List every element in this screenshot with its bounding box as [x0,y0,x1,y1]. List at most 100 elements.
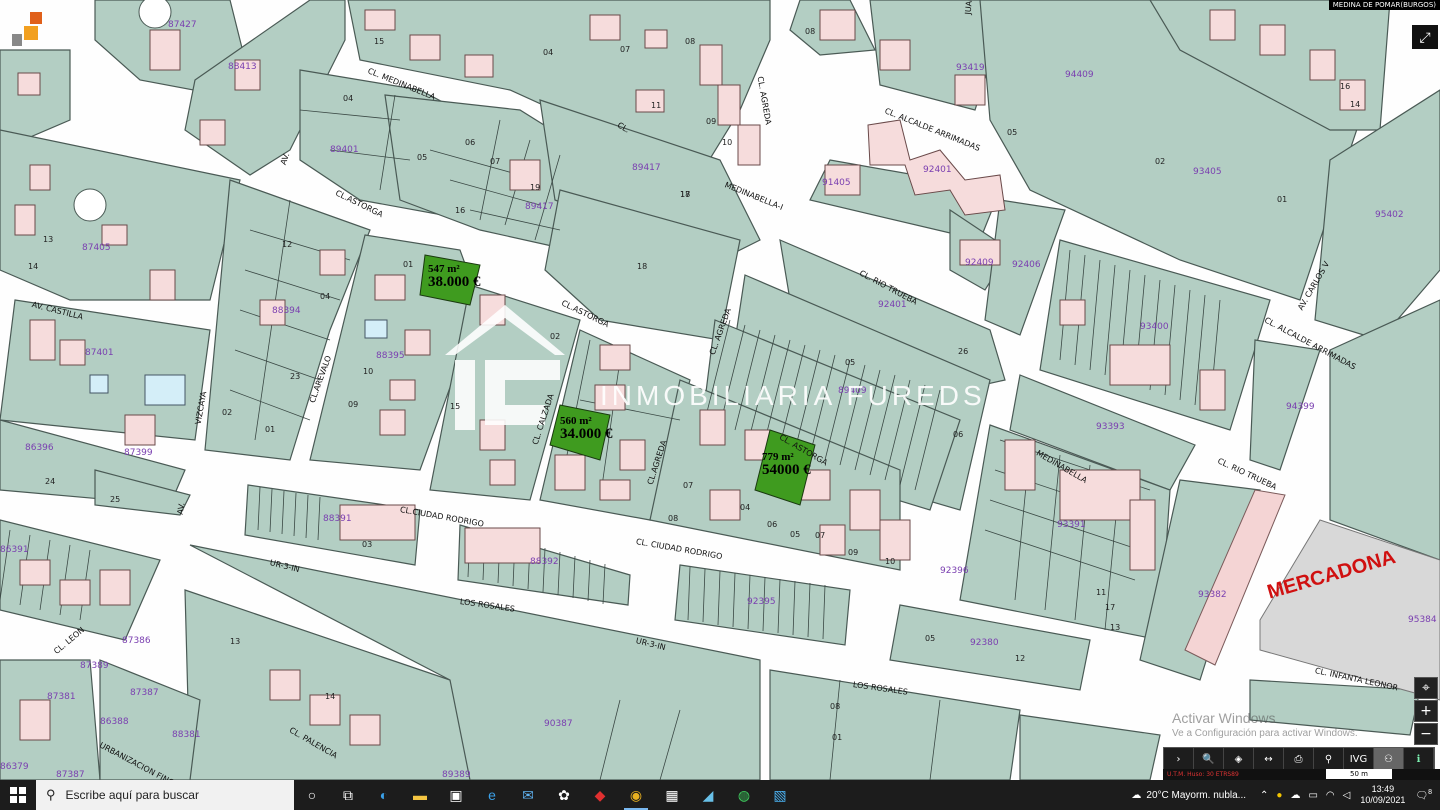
lot-number: 13 [1110,623,1121,632]
notification-icon[interactable]: 🗨8 [1415,789,1432,801]
pin-icon[interactable]: ⚲ [1314,748,1344,770]
battery-icon[interactable]: ▭ [1308,790,1317,801]
cortana-icon[interactable]: ○ [294,780,330,810]
network-icon[interactable]: ● [1276,790,1282,801]
parcel-id: 88381 [172,730,201,740]
lot-number: 24 [45,477,56,486]
zoom-in-button[interactable]: + [1414,700,1438,722]
lot-number: 04 [740,503,751,512]
measure-icon[interactable]: ↔ [1254,748,1284,770]
parcel-id: 87387 [56,770,85,780]
parcel-id: 87427 [168,20,197,30]
parcel-id: 89401 [330,145,359,155]
pool [364,319,388,339]
map-toolbar: › 🔍 ◈ ↔ ⎙ ⚲ IVG ⚇ ℹ [1163,747,1435,771]
lot-number: 16 [455,206,466,215]
lot-number: 08 [685,37,696,46]
listing-price: 34.000 € [560,426,613,442]
chrome-icon[interactable]: ◉ [618,780,654,810]
weather-text: 20°C Mayorm. nubla... [1146,789,1247,801]
locate-icon[interactable]: ⌖ [1414,677,1438,699]
parcel-id: 87405 [82,243,111,253]
fullscreen-icon[interactable]: ⤢ [1412,25,1438,49]
listing-label-3[interactable]: 779 m² 54000 € [762,452,811,478]
calculator-icon[interactable]: ▦ [654,780,690,810]
clock-time: 13:49 [1371,784,1395,794]
basemap-icon[interactable]: ⚇ [1374,748,1404,770]
lot-number: 09 [706,117,717,126]
search-icon[interactable]: 🔍 [1194,748,1224,770]
search-placeholder: Escribe aquí para buscar [65,788,199,802]
lot-number: 07 [683,481,694,490]
parcel-id: 92380 [970,638,999,648]
lot-number: 10 [722,138,733,147]
app-logo-icon [8,10,48,50]
lot-number: 11 [651,101,662,110]
zoom-out-button[interactable]: − [1414,723,1438,745]
parcel-id: 94399 [1286,402,1315,412]
watermark-text: INMOBILIARIA FUREDS [600,380,986,411]
parcel-id: 88395 [376,351,405,361]
parcel-id: 92395 [747,597,776,607]
taskbar: ⚲ Escribe aquí para buscar ○ ⧉ ◐ ▬ ▣ e ✉… [0,780,1440,810]
show-hidden-icons-icon[interactable]: ⌃ [1260,790,1268,801]
lot-number: 16 [1340,82,1351,91]
system-tray: ☁ 20°C Mayorm. nubla... ⌃ ● ☁ ▭ ◠ ◁ 13:4… [1131,780,1440,810]
listing-price: 54000 € [762,462,811,478]
photos-icon[interactable]: ▧ [762,780,798,810]
parcel-id: 87401 [85,348,114,358]
onedrive-icon[interactable]: ☁ [1290,790,1300,801]
lot-number: 09 [848,548,859,557]
lot-number: 25 [110,495,121,504]
parcel-id: 93405 [1193,167,1222,177]
weather-widget[interactable]: ☁ 20°C Mayorm. nubla... [1131,790,1246,801]
layers-icon[interactable]: ◈ [1224,748,1254,770]
lot-number: 17 [1105,603,1116,612]
lot-number: 02 [550,332,561,341]
lot-number: 13 [43,235,54,244]
info-icon[interactable]: ℹ [1404,748,1434,770]
cadastral-map[interactable]: MEDINA DE POMAR(BURGOS) ⤢ CL. MEDINABELL… [0,0,1440,780]
lot-number: 01 [403,260,414,269]
parcel-id: 92401 [878,300,907,310]
volume-icon[interactable]: ◁ [1343,790,1351,801]
parcel-id: 88413 [228,62,257,72]
lot-number: 18 [680,190,691,199]
lot-number: 05 [1007,128,1018,137]
taskbar-search-box[interactable]: ⚲ Escribe aquí para buscar [36,780,294,810]
parcel-id: 87389 [80,661,109,671]
lot-number: 04 [343,94,354,103]
ivg-button[interactable]: IVG [1344,748,1374,770]
listing-label-1[interactable]: 547 m² 38.000 € [428,264,481,290]
lot-number: 01 [832,733,843,742]
lot-number: 04 [543,48,554,57]
street-label: JUAN [963,0,975,15]
task-view-icon[interactable]: ⧉ [330,780,366,810]
wifi-icon[interactable]: ◠ [1326,790,1335,801]
parcel-id: 87387 [130,688,159,698]
lot-number: 08 [668,514,679,523]
notification-count: 8 [1428,788,1432,796]
lot-number: 26 [958,347,969,356]
file-explorer-icon[interactable]: ▬ [402,780,438,810]
expand-toolbar-icon[interactable]: › [1164,748,1194,770]
mail-icon[interactable]: ✉ [510,780,546,810]
parcel-id: 88392 [530,557,559,567]
ie-icon[interactable]: e [474,780,510,810]
parcel-id: 93393 [1096,422,1125,432]
notes-icon[interactable]: ◢ [690,780,726,810]
listing-label-2[interactable]: 560 m² 34.000 € [560,416,613,442]
parcel-id: 89389 [442,770,471,780]
edge-icon[interactable]: ◐ [366,780,402,810]
lot-number: 05 [925,634,936,643]
windows-start-icon[interactable] [0,780,36,810]
store-icon[interactable]: ▣ [438,780,474,810]
clock-date: 10/09/2021 [1360,795,1406,805]
settings-icon[interactable]: ✿ [546,780,582,810]
whatsapp-icon[interactable]: ◍ [726,780,762,810]
acrobat-icon[interactable]: ◆ [582,780,618,810]
parcel-id: 93382 [1198,590,1227,600]
print-icon[interactable]: ⎙ [1284,748,1314,770]
clock[interactable]: 13:49 10/09/2021 [1360,784,1405,806]
lot-number: 05 [845,358,856,367]
